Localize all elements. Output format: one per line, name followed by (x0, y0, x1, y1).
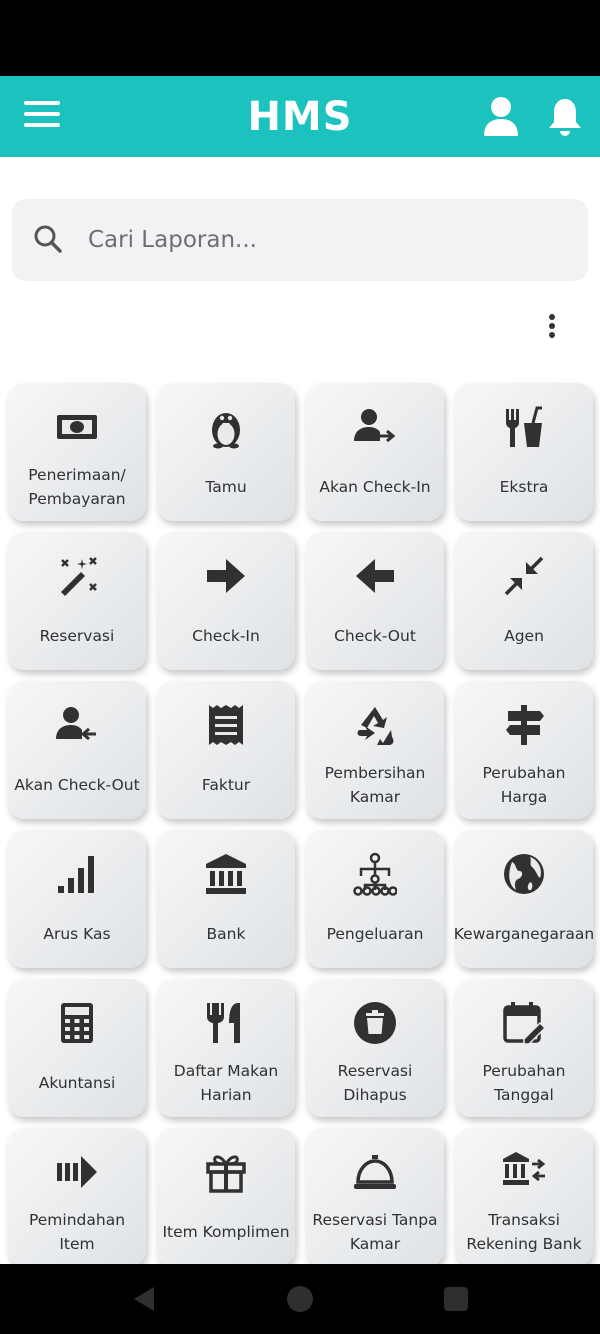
menu-tile-arus-kas[interactable]: Arus Kas (8, 830, 146, 968)
menu-tile-label: Pemindahan Item (28, 1211, 126, 1253)
menu-tile-label: Agen (504, 627, 544, 645)
menu-tile-label: Transaksi Rekening Bank (466, 1211, 582, 1253)
back-icon[interactable] (130, 1285, 158, 1313)
hamburger-menu-icon[interactable] (24, 101, 60, 131)
room-service-icon (354, 1155, 396, 1189)
gift-icon (206, 1155, 246, 1193)
home-icon[interactable] (287, 1286, 313, 1312)
menu-tile-akan-check-out[interactable]: Akan Check-Out (8, 681, 146, 819)
menu-tile-label: Akan Check-Out (14, 776, 140, 794)
menu-tile-transaksi-rekening-bank[interactable]: Transaksi Rekening Bank (455, 1128, 593, 1264)
menu-tile-check-out[interactable]: Check-Out (306, 532, 444, 670)
signal-bars-icon (58, 856, 94, 893)
menu-tile-reservasi[interactable]: Reservasi (8, 532, 146, 670)
menu-tile-perubahan-harga[interactable]: Perubahan Harga (455, 681, 593, 819)
recycle-icon (357, 707, 394, 745)
menu-tile-tamu[interactable]: Tamu (157, 383, 295, 521)
menu-tile-agen[interactable]: Agen (455, 532, 593, 670)
arrow-left-icon (356, 559, 394, 593)
main-content: Penerimaan/ Pembayaran Tamu Akan Check-In E… (0, 157, 600, 1264)
money-icon (57, 415, 97, 439)
more-options-icon[interactable] (540, 314, 564, 346)
person-arrow-right-icon (354, 409, 396, 443)
menu-tile-kewarganegaraan[interactable]: Kewarganegaraan (455, 830, 593, 968)
search-icon (34, 225, 62, 253)
receipt-icon (209, 705, 243, 745)
recent-apps-icon[interactable] (444, 1287, 468, 1311)
bank-transfer-icon (503, 1152, 546, 1185)
sitemap-icon (353, 852, 397, 896)
menu-tile-label: Akuntansi (38, 1074, 116, 1092)
menu-tile-faktur[interactable]: Faktur (157, 681, 295, 819)
menu-tile-label: Item Komplimen (162, 1223, 290, 1241)
menu-tile-pemindahan-item[interactable]: Pemindahan Item (8, 1128, 146, 1264)
menu-tile-label: Reservasi Dihapus (337, 1062, 413, 1104)
menu-tile-daftar-makan-harian[interactable]: Daftar Makan Harian (157, 979, 295, 1117)
user-icon[interactable] (482, 96, 520, 138)
menu-tile-reservasi-tanpa-kamar[interactable]: Reservasi Tanpa Kamar (306, 1128, 444, 1264)
search-input[interactable] (88, 219, 568, 261)
menu-tile-label: Akan Check-In (319, 478, 431, 496)
menu-tile-item-komplimen[interactable]: Item Komplimen (157, 1128, 295, 1264)
food-drink-icon (506, 406, 542, 447)
menu-tile-label: Bank (206, 925, 246, 943)
menu-tile-label: Pembersihan Kamar (324, 764, 426, 806)
menu-tile-pengeluaran[interactable]: Pengeluaran (306, 830, 444, 968)
menu-tile-label: Pengeluaran (326, 925, 424, 943)
status-bar (0, 0, 600, 76)
menu-tile-label: Daftar Makan Harian (173, 1062, 279, 1104)
menu-tile-label: Perubahan Tanggal (482, 1062, 566, 1104)
menu-tile-label: Ekstra (499, 478, 549, 496)
menu-tile-label: Check-In (192, 627, 260, 645)
bank-icon (206, 854, 246, 894)
menu-tile-label: Penerimaan/ Pembayaran (28, 466, 126, 508)
person-arrow-left-icon (56, 707, 96, 741)
menu-tile-ekstra[interactable]: Ekstra (455, 383, 593, 521)
menu-tile-akuntansi[interactable]: Akuntansi (8, 979, 146, 1117)
menu-tile-label: Kewarganegaraan (455, 925, 593, 943)
menu-tile-label: Arus Kas (43, 925, 111, 943)
menu-tile-pembersihan-kamar[interactable]: Pembersihan Kamar (306, 681, 444, 819)
trash-circle-icon (354, 1002, 396, 1044)
penguin-icon (212, 413, 240, 449)
search-bar (12, 199, 588, 281)
globe-icon (504, 854, 544, 894)
menu-tile-label: Check-Out (334, 627, 416, 645)
app-logo: HMS (247, 94, 353, 140)
menu-tile-akan-check-in[interactable]: Akan Check-In (306, 383, 444, 521)
menu-tile-bank[interactable]: Bank (157, 830, 295, 968)
menu-tile-label: Reservasi (39, 627, 115, 645)
magic-wand-icon (61, 557, 97, 596)
menu-tile-check-in[interactable]: Check-In (157, 532, 295, 670)
utensils-icon (207, 1003, 240, 1043)
compress-arrows-icon (504, 556, 544, 596)
calendar-edit-icon (503, 1002, 546, 1045)
bell-icon[interactable] (546, 96, 584, 138)
menu-tile-reservasi-dihapus[interactable]: Reservasi Dihapus (306, 979, 444, 1117)
menu-tile-perubahan-tanggal[interactable]: Perubahan Tanggal (455, 979, 593, 1117)
menu-tile-label: Perubahan Harga (482, 764, 566, 806)
menu-tile-label: Faktur (201, 776, 251, 794)
move-items-icon (57, 1156, 97, 1188)
menu-tile-label: Reservasi Tanpa Kamar (312, 1211, 438, 1253)
signpost-icon (506, 705, 544, 745)
menu-tile-label: Tamu (205, 478, 247, 496)
arrow-right-icon (207, 559, 245, 593)
calculator-icon (61, 1003, 93, 1043)
menu-tile-penerimaan-pembayaran[interactable]: Penerimaan/ Pembayaran (8, 383, 146, 521)
